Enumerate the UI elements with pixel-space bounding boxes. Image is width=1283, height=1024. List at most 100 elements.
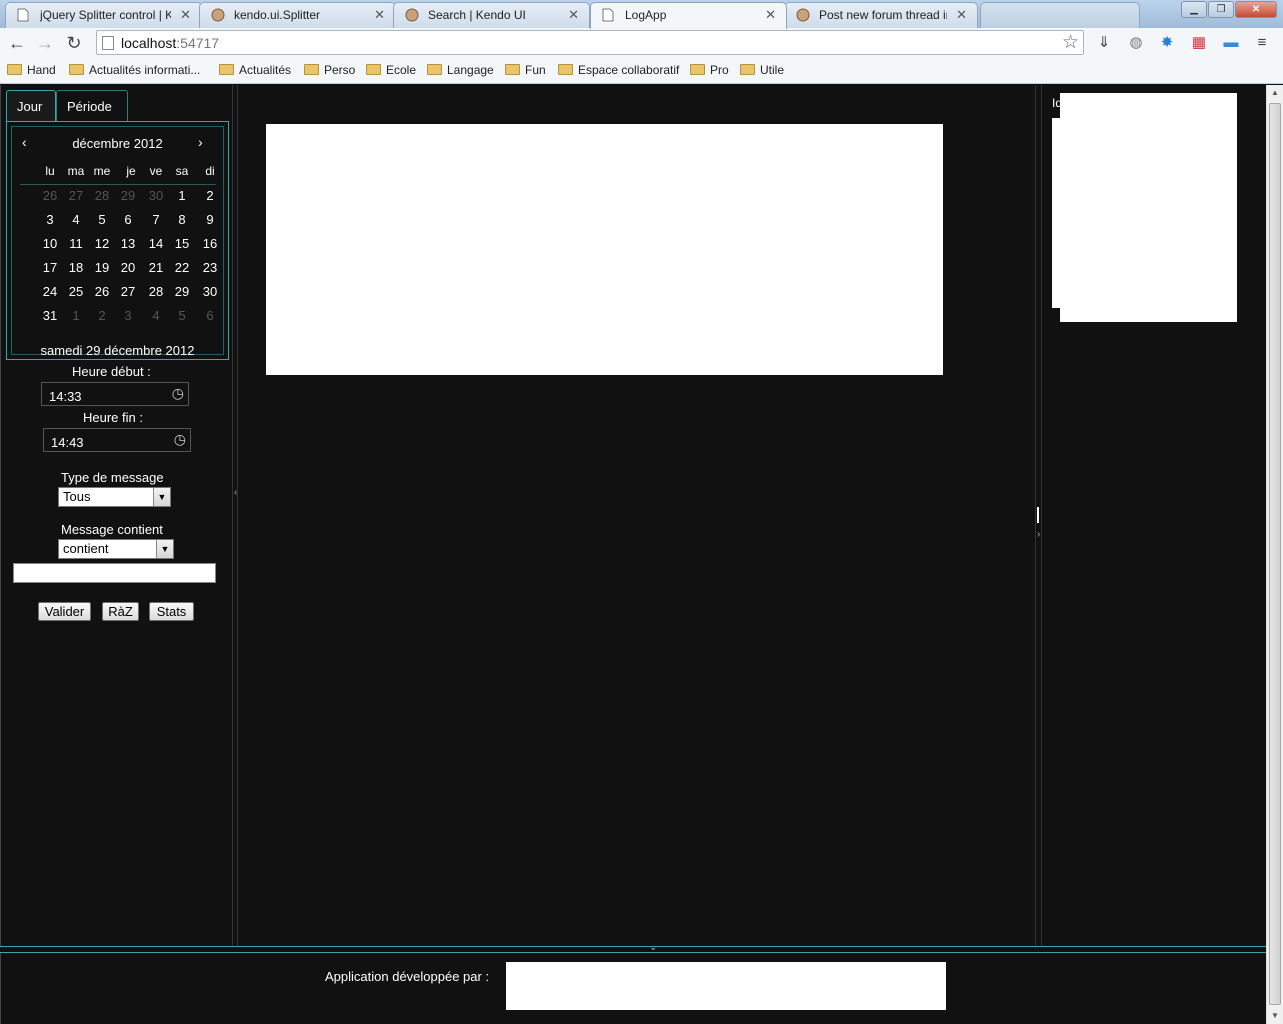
calendar-selected-date[interactable]: samedi 29 décembre 2012 bbox=[12, 343, 223, 358]
calendar-day[interactable]: 18 bbox=[63, 260, 89, 275]
calendar-day[interactable]: 1 bbox=[63, 308, 89, 323]
address-bar[interactable]: localhost:54717 ☆ bbox=[96, 30, 1084, 55]
calendar-day[interactable]: 19 bbox=[89, 260, 115, 275]
clock-icon[interactable]: ◷ bbox=[174, 431, 186, 448]
minimize-icon[interactable]: ▁ bbox=[1181, 1, 1207, 18]
browser-tab-2[interactable]: kendo.ui.Splitter ✕ bbox=[199, 2, 396, 28]
calendar-day[interactable]: 5 bbox=[169, 308, 195, 323]
close-icon[interactable]: ✕ bbox=[765, 7, 776, 23]
download-icon[interactable]: ⇓ bbox=[1094, 33, 1114, 53]
calendar-day[interactable]: 1 bbox=[169, 188, 195, 203]
scroll-down-icon[interactable]: ▼ bbox=[1267, 1008, 1283, 1024]
calendar-day[interactable]: 13 bbox=[115, 236, 141, 251]
end-time-input[interactable]: 14:43 ◷ bbox=[43, 428, 191, 452]
chevron-down-icon[interactable]: ▼ bbox=[156, 540, 173, 558]
calendar-day[interactable]: 3 bbox=[115, 308, 141, 323]
settings-extension-icon[interactable]: ✸ bbox=[1157, 33, 1177, 53]
calendar-day[interactable]: 20 bbox=[115, 260, 141, 275]
calendar-day[interactable]: 22 bbox=[169, 260, 195, 275]
next-month-icon[interactable]: › bbox=[198, 134, 203, 150]
validate-button[interactable]: Valider bbox=[38, 602, 91, 621]
forward-icon[interactable]: → bbox=[34, 32, 56, 54]
calendar-day[interactable]: 27 bbox=[115, 284, 141, 299]
chat-extension-icon[interactable]: ▬ bbox=[1221, 33, 1241, 53]
collapse-right-icon[interactable]: › bbox=[1037, 529, 1040, 540]
calendar-day[interactable]: 11 bbox=[63, 236, 89, 251]
calendar-day[interactable]: 15 bbox=[169, 236, 195, 251]
calendar-day[interactable]: 25 bbox=[63, 284, 89, 299]
calendar-day[interactable]: 14 bbox=[143, 236, 169, 251]
bottom-splitter-bar[interactable]: ⌄ bbox=[0, 942, 1266, 953]
calendar-day[interactable]: 30 bbox=[143, 188, 169, 203]
calendar-day[interactable]: 29 bbox=[115, 188, 141, 203]
calendar-day[interactable]: 31 bbox=[37, 308, 63, 323]
tab-jour[interactable]: Jour bbox=[6, 90, 56, 122]
bookmark-item[interactable]: Fun bbox=[505, 63, 546, 77]
tab-periode[interactable]: Période bbox=[56, 90, 128, 122]
calendar-day[interactable]: 30 bbox=[197, 284, 223, 299]
clock-icon[interactable]: ◷ bbox=[172, 385, 184, 402]
window-close-icon[interactable]: ✕ bbox=[1235, 1, 1277, 18]
browser-tab-1[interactable]: jQuery Splitter control | Ke ✕ bbox=[5, 2, 202, 28]
calendar-day[interactable]: 28 bbox=[89, 188, 115, 203]
reload-icon[interactable]: ↻ bbox=[63, 32, 85, 54]
calendar-day[interactable]: 16 bbox=[197, 236, 223, 251]
scroll-thumb[interactable] bbox=[1269, 103, 1281, 1005]
calendar-day[interactable]: 6 bbox=[115, 212, 141, 227]
back-icon[interactable]: ← bbox=[6, 32, 28, 54]
close-icon[interactable]: ✕ bbox=[568, 7, 579, 23]
bookmark-star-icon[interactable]: ☆ bbox=[1062, 31, 1079, 54]
bookmark-item[interactable]: Hand bbox=[7, 63, 56, 77]
calendar-day[interactable]: 21 bbox=[143, 260, 169, 275]
calendar-day[interactable]: 10 bbox=[37, 236, 63, 251]
reset-button[interactable]: RàZ bbox=[102, 602, 139, 621]
start-time-input[interactable]: 14:33 ◷ bbox=[41, 382, 189, 406]
restore-icon[interactable]: ❐ bbox=[1208, 1, 1234, 18]
calendar-day[interactable]: 4 bbox=[63, 212, 89, 227]
new-tab-button[interactable] bbox=[980, 2, 1140, 28]
calendar-day[interactable]: 2 bbox=[89, 308, 115, 323]
calendar-day[interactable]: 27 bbox=[63, 188, 89, 203]
calendar-day[interactable]: 17 bbox=[37, 260, 63, 275]
close-icon[interactable]: ✕ bbox=[374, 7, 385, 23]
collapse-bottom-icon[interactable]: ⌄ bbox=[649, 942, 657, 953]
calendar-extension-icon[interactable]: ▦ bbox=[1189, 33, 1209, 53]
bookmark-item[interactable]: Utile bbox=[740, 63, 784, 77]
stats-button[interactable]: Stats bbox=[149, 602, 194, 621]
collapse-left-icon[interactable]: ‹ bbox=[234, 487, 237, 498]
message-text-input[interactable] bbox=[13, 563, 216, 583]
browser-tab-4[interactable]: LogApp ✕ bbox=[590, 2, 787, 29]
calendar-month-title[interactable]: décembre 2012 bbox=[12, 136, 223, 151]
calendar-day[interactable]: 5 bbox=[89, 212, 115, 227]
calendar-day[interactable]: 26 bbox=[37, 188, 63, 203]
search-extension-icon[interactable]: ◍ bbox=[1126, 33, 1146, 53]
vertical-scrollbar[interactable]: ▲ ▼ bbox=[1266, 85, 1283, 1024]
close-icon[interactable]: ✕ bbox=[956, 7, 967, 23]
menu-icon[interactable]: ≡ bbox=[1252, 33, 1272, 53]
calendar-day[interactable]: 26 bbox=[89, 284, 115, 299]
calendar-day[interactable]: 24 bbox=[37, 284, 63, 299]
bookmark-item[interactable]: Actualités informati... bbox=[69, 63, 200, 77]
bookmark-item[interactable]: Pro bbox=[690, 63, 729, 77]
browser-tab-5[interactable]: Post new forum thread in ✕ bbox=[784, 2, 978, 28]
scroll-up-icon[interactable]: ▲ bbox=[1267, 85, 1283, 101]
calendar-day[interactable]: 28 bbox=[143, 284, 169, 299]
browser-tab-3[interactable]: Search | Kendo UI ✕ bbox=[393, 2, 590, 28]
bookmark-item[interactable]: Ecole bbox=[366, 63, 416, 77]
calendar-day[interactable]: 6 bbox=[197, 308, 223, 323]
close-icon[interactable]: ✕ bbox=[180, 7, 191, 23]
bookmark-item[interactable]: Actualités bbox=[219, 63, 291, 77]
bookmark-item[interactable]: Perso bbox=[304, 63, 355, 77]
calendar-day[interactable]: 3 bbox=[37, 212, 63, 227]
calendar-day[interactable]: 2 bbox=[197, 188, 223, 203]
chevron-down-icon[interactable]: ▼ bbox=[153, 488, 170, 506]
calendar-day[interactable]: 29 bbox=[169, 284, 195, 299]
message-contains-select[interactable]: contient ▼ bbox=[58, 539, 174, 559]
calendar-day[interactable]: 12 bbox=[89, 236, 115, 251]
bookmark-item[interactable]: Espace collaboratif bbox=[558, 63, 679, 77]
calendar-day[interactable]: 8 bbox=[169, 212, 195, 227]
calendar-day[interactable]: 23 bbox=[197, 260, 223, 275]
message-type-select[interactable]: Tous ▼ bbox=[58, 487, 171, 507]
calendar-day[interactable]: 7 bbox=[143, 212, 169, 227]
calendar-day[interactable]: 4 bbox=[143, 308, 169, 323]
